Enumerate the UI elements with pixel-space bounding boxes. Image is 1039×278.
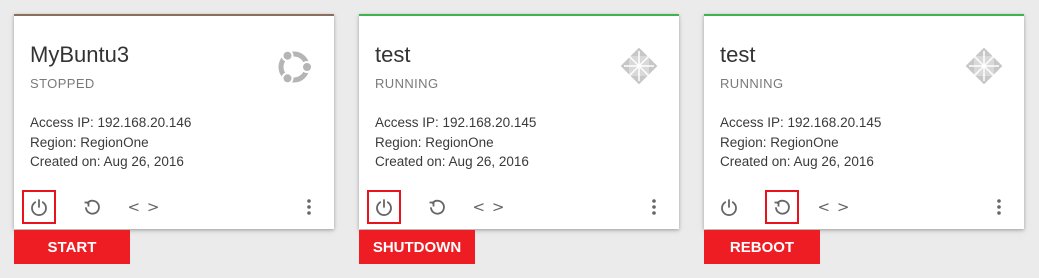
instance-name: test — [375, 42, 411, 67]
created-date: Created on: Aug 26, 2016 — [720, 154, 874, 169]
instance-details: Access IP: 192.168.20.145 Region: Region… — [375, 113, 536, 172]
power-icon — [719, 197, 739, 217]
shutdown-caption: SHUTDOWN — [359, 230, 475, 264]
console-button[interactable]: < > — [127, 190, 161, 224]
instance-card: test RUNNING Access IP: 192.168.20.145 R… — [704, 14, 1024, 229]
created-date: Created on: Aug 26, 2016 — [30, 154, 184, 169]
more-menu-button[interactable] — [982, 190, 1016, 224]
restart-icon — [82, 197, 102, 217]
more-vertical-icon — [996, 197, 1002, 217]
restart-icon — [772, 197, 792, 217]
instance-name: test — [720, 42, 756, 67]
start-caption: START — [14, 230, 130, 264]
centos-logo-icon — [617, 44, 661, 88]
more-menu-button[interactable] — [637, 190, 671, 224]
code-icon: < > — [127, 198, 161, 216]
access-ip: Access IP: 192.168.20.146 — [30, 115, 192, 130]
ubuntu-logo-icon — [272, 44, 316, 88]
region: Region: RegionOne — [375, 134, 494, 150]
console-button[interactable]: < > — [817, 190, 851, 224]
power-button[interactable] — [22, 190, 56, 224]
restart-icon — [427, 197, 447, 217]
console-button[interactable]: < > — [472, 190, 506, 224]
restart-button[interactable] — [75, 190, 109, 224]
region: Region: RegionOne — [720, 134, 839, 150]
more-menu-button[interactable] — [292, 190, 326, 224]
instance-details: Access IP: 192.168.20.146 Region: Region… — [30, 113, 191, 172]
instance-status: RUNNING — [375, 76, 439, 91]
region: Region: RegionOne — [30, 134, 149, 150]
power-icon — [29, 197, 49, 217]
power-button[interactable] — [367, 190, 401, 224]
code-icon: < > — [817, 198, 851, 216]
instance-card: MyBuntu3 STOPPED Access IP: 192.168.20.1… — [14, 14, 334, 229]
power-icon — [374, 197, 394, 217]
restart-button[interactable] — [420, 190, 454, 224]
reboot-caption: REBOOT — [704, 230, 820, 264]
restart-button[interactable] — [765, 190, 799, 224]
code-icon: < > — [472, 198, 506, 216]
instance-details: Access IP: 192.168.20.145 Region: Region… — [720, 113, 881, 172]
status-bar — [704, 14, 1024, 16]
status-bar — [359, 14, 679, 16]
instance-card: test RUNNING Access IP: 192.168.20.145 R… — [359, 14, 679, 229]
access-ip: Access IP: 192.168.20.145 — [375, 115, 537, 130]
action-bar: < > — [359, 190, 679, 224]
instance-name: MyBuntu3 — [30, 42, 130, 67]
action-bar: < > — [704, 190, 1024, 224]
more-vertical-icon — [306, 197, 312, 217]
centos-logo-icon — [962, 44, 1006, 88]
access-ip: Access IP: 192.168.20.145 — [720, 115, 882, 130]
created-date: Created on: Aug 26, 2016 — [375, 154, 529, 169]
instance-status: STOPPED — [30, 76, 95, 91]
instance-status: RUNNING — [720, 76, 784, 91]
power-button[interactable] — [712, 190, 746, 224]
more-vertical-icon — [651, 197, 657, 217]
status-bar — [14, 14, 334, 16]
action-bar: < > — [14, 190, 334, 224]
